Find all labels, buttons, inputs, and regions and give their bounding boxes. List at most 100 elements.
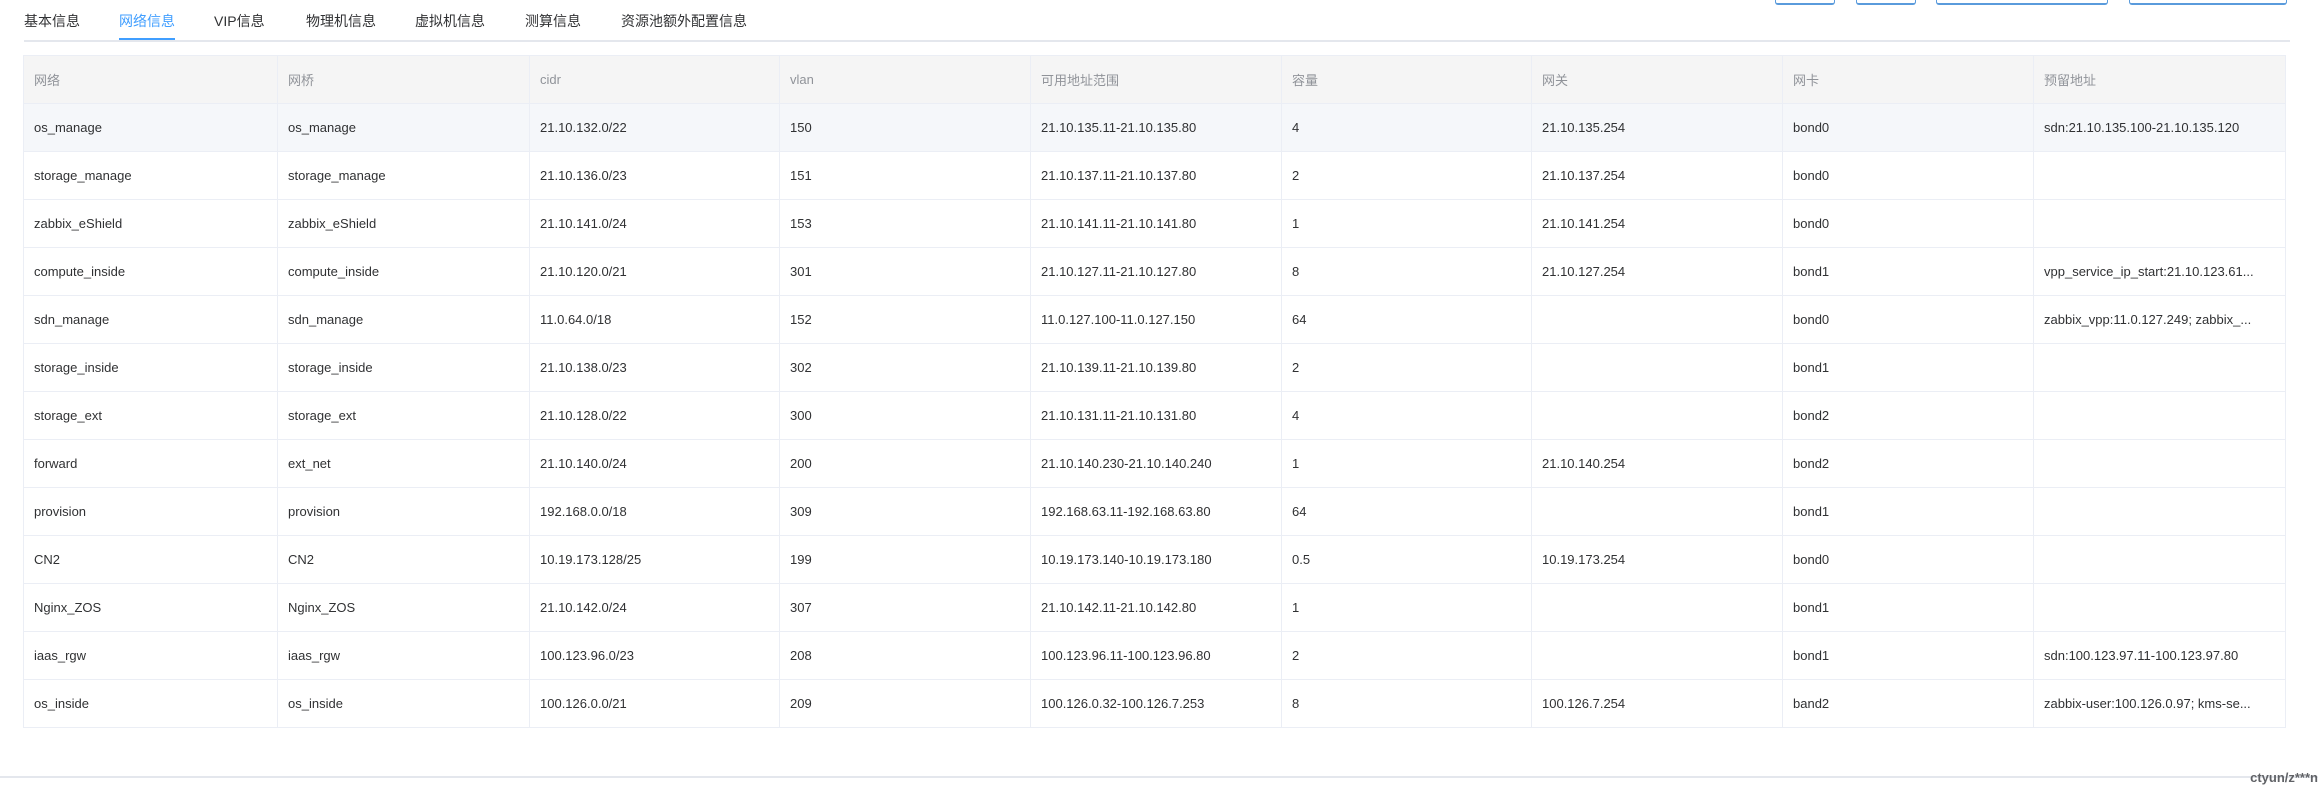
cell-capacity: 2 <box>1281 151 1532 200</box>
cell-capacity: 0.5 <box>1281 535 1532 584</box>
cell-vlan: 153 <box>779 199 1031 248</box>
cell-vlan: 151 <box>779 151 1031 200</box>
cell-gateway <box>1531 295 1783 344</box>
cell-network: storage_ext <box>23 391 278 440</box>
table-row[interactable]: storage_ext storage_ext 21.10.128.0/22 300 2… <box>23 391 2286 440</box>
cell-gateway: 21.10.135.254 <box>1531 103 1783 152</box>
table-row[interactable]: Nginx_ZOS Nginx_ZOS 21.10.142.0/24 307 21.10… <box>23 583 2286 632</box>
cell-network: Nginx_ZOS <box>23 583 278 632</box>
cell-nic: bond1 <box>1782 583 2034 632</box>
cell-network: compute_inside <box>23 247 278 296</box>
cell-gateway <box>1531 583 1783 632</box>
table-row[interactable]: storage_manage storage_manage 21.10.136.0/… <box>23 151 2286 200</box>
cell-bridge: os_inside <box>277 679 530 728</box>
cell-address-range: 21.10.137.11-21.10.137.80 <box>1030 151 1282 200</box>
cell-bridge: CN2 <box>277 535 530 584</box>
cell-capacity: 2 <box>1281 631 1532 680</box>
cell-bridge: compute_inside <box>277 247 530 296</box>
table-row[interactable]: compute_inside compute_inside 21.10.120.0/… <box>23 247 2286 296</box>
cell-capacity: 1 <box>1281 439 1532 488</box>
cell-nic: bond2 <box>1782 391 2034 440</box>
tab-estimate-info[interactable]: 测算信息 <box>525 11 581 31</box>
header-vlan: vlan <box>779 55 1031 104</box>
header-nic: 网卡 <box>1782 55 2034 104</box>
cell-reserved-address <box>2033 439 2286 488</box>
table-row[interactable]: forward ext_net 21.10.140.0/24 200 21.10.140… <box>23 439 2286 488</box>
cell-bridge: zabbix_eShield <box>277 199 530 248</box>
cell-address-range: 21.10.140.230-21.10.140.240 <box>1030 439 1282 488</box>
cell-reserved-address <box>2033 391 2286 440</box>
cell-vlan: 150 <box>779 103 1031 152</box>
header-cidr: cidr <box>529 55 780 104</box>
cell-vlan: 302 <box>779 343 1031 392</box>
cell-reserved-address: sdn:100.123.97.11-100.123.97.80 <box>2033 631 2286 680</box>
tab-physical-machine-info[interactable]: 物理机信息 <box>306 11 376 31</box>
cell-address-range: 21.10.141.11-21.10.141.80 <box>1030 199 1282 248</box>
tab-vip-info[interactable]: VIP信息 <box>214 11 265 31</box>
table-row[interactable]: storage_inside storage_inside 21.10.138.0/… <box>23 343 2286 392</box>
cell-network: storage_manage <box>23 151 278 200</box>
cell-address-range: 21.10.135.11-21.10.135.80 <box>1030 103 1282 152</box>
cell-cidr: 21.10.132.0/22 <box>529 103 780 152</box>
cell-address-range: 11.0.127.100-11.0.127.150 <box>1030 295 1282 344</box>
cell-reserved-address <box>2033 583 2286 632</box>
cell-cidr: 10.19.173.128/25 <box>529 535 780 584</box>
tab-network-info[interactable]: 网络信息 <box>119 11 175 31</box>
cell-address-range: 21.10.127.11-21.10.127.80 <box>1030 247 1282 296</box>
cell-bridge: storage_ext <box>277 391 530 440</box>
table-row[interactable]: provision provision 192.168.0.0/18 309 192.1… <box>23 487 2286 536</box>
cell-gateway <box>1531 391 1783 440</box>
tab-basic-info[interactable]: 基本信息 <box>24 11 80 31</box>
header-gateway: 网关 <box>1531 55 1783 104</box>
cell-network: CN2 <box>23 535 278 584</box>
cell-gateway <box>1531 631 1783 680</box>
footer-user-text: ctyun/z***n <box>2250 770 2318 785</box>
cell-gateway: 100.126.7.254 <box>1531 679 1783 728</box>
cell-capacity: 64 <box>1281 295 1532 344</box>
header-reserved-address: 预留地址 <box>2033 55 2286 104</box>
cell-network: storage_inside <box>23 343 278 392</box>
cell-cidr: 192.168.0.0/18 <box>529 487 780 536</box>
cell-network: forward <box>23 439 278 488</box>
cell-vlan: 307 <box>779 583 1031 632</box>
cell-cidr: 100.126.0.0/21 <box>529 679 780 728</box>
cell-reserved-address: vpp_service_ip_start:21.10.123.61... <box>2033 247 2286 296</box>
cell-capacity: 8 <box>1281 679 1532 728</box>
cell-address-range: 21.10.131.11-21.10.131.80 <box>1030 391 1282 440</box>
cell-nic: bond1 <box>1782 631 2034 680</box>
table-row[interactable]: os_inside os_inside 100.126.0.0/21 209 100.1… <box>23 679 2286 728</box>
cell-nic: bond0 <box>1782 103 2034 152</box>
cell-cidr: 21.10.120.0/21 <box>529 247 780 296</box>
cell-capacity: 64 <box>1281 487 1532 536</box>
cell-address-range: 21.10.142.11-21.10.142.80 <box>1030 583 1282 632</box>
cell-nic: bond2 <box>1782 439 2034 488</box>
table-row[interactable]: os_manage os_manage 21.10.132.0/22 150 21.10… <box>23 103 2286 152</box>
cell-cidr: 21.10.142.0/24 <box>529 583 780 632</box>
page: 基本信息 网络信息 VIP信息 物理机信息 虚拟机信息 测算信息 资源池额外配置… <box>0 0 2318 786</box>
cell-address-range: 100.126.0.32-100.126.7.253 <box>1030 679 1282 728</box>
cell-network: provision <box>23 487 278 536</box>
cell-cidr: 100.123.96.0/23 <box>529 631 780 680</box>
tab-virtual-machine-info[interactable]: 虚拟机信息 <box>415 11 485 31</box>
cell-cidr: 21.10.140.0/24 <box>529 439 780 488</box>
cell-address-range: 192.168.63.11-192.168.63.80 <box>1030 487 1282 536</box>
cell-vlan: 200 <box>779 439 1031 488</box>
table-row[interactable]: CN2 CN2 10.19.173.128/25 199 10.19.173.140-1… <box>23 535 2286 584</box>
table-row[interactable]: zabbix_eShield zabbix_eShield 21.10.141.0/… <box>23 199 2286 248</box>
tab-resource-pool-extra-config[interactable]: 资源池额外配置信息 <box>621 11 747 31</box>
table-row[interactable]: iaas_rgw iaas_rgw 100.123.96.0/23 208 100.12… <box>23 631 2286 680</box>
cell-vlan: 301 <box>779 247 1031 296</box>
cell-vlan: 208 <box>779 631 1031 680</box>
active-tab-indicator <box>119 38 175 40</box>
cell-reserved-address <box>2033 487 2286 536</box>
cell-network: os_manage <box>23 103 278 152</box>
cell-network: zabbix_eShield <box>23 199 278 248</box>
table-body: os_manage os_manage 21.10.132.0/22 150 21.10… <box>23 103 2286 728</box>
cell-capacity: 1 <box>1281 199 1532 248</box>
cell-bridge: provision <box>277 487 530 536</box>
cell-gateway <box>1531 487 1783 536</box>
cell-nic: bond1 <box>1782 247 2034 296</box>
cell-cidr: 11.0.64.0/18 <box>529 295 780 344</box>
cell-nic: band2 <box>1782 679 2034 728</box>
table-row[interactable]: sdn_manage sdn_manage 11.0.64.0/18 152 11.0.… <box>23 295 2286 344</box>
